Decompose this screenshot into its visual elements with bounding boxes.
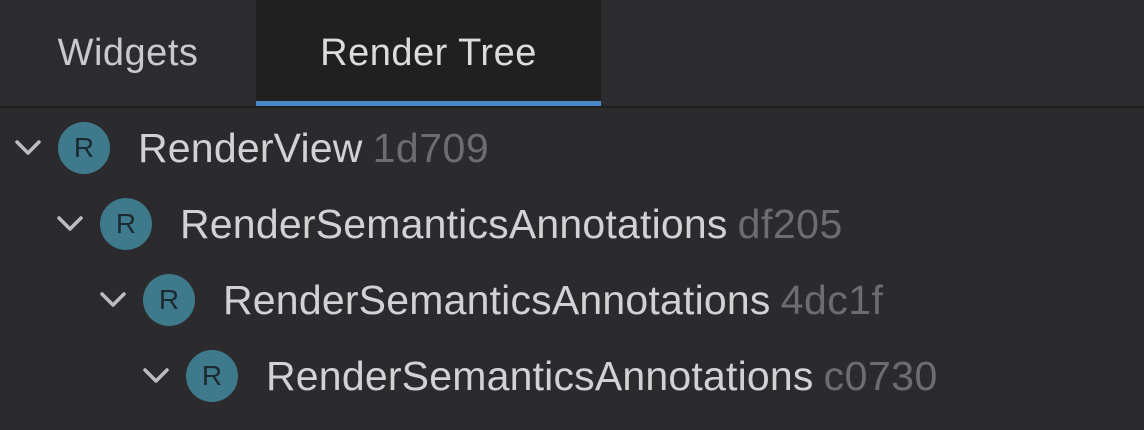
tab-render-tree[interactable]: Render Tree xyxy=(256,0,601,106)
chevron-down-icon[interactable] xyxy=(10,130,46,166)
tree-row-semantics-1[interactable]: R RenderSemanticsAnnotations df205 xyxy=(52,188,843,260)
render-object-badge: R xyxy=(100,198,152,250)
node-id: c0730 xyxy=(823,352,938,399)
node-id: 1d709 xyxy=(372,124,490,171)
node-id: df205 xyxy=(737,200,843,247)
chevron-down-icon[interactable] xyxy=(138,358,174,394)
tab-bar: Widgets Render Tree xyxy=(0,0,1144,108)
render-object-badge: R xyxy=(143,274,195,326)
inspector-panel: Widgets Render Tree R RenderView 1d709 R… xyxy=(0,0,1144,430)
chevron-down-icon[interactable] xyxy=(52,206,88,242)
tab-widgets[interactable]: Widgets xyxy=(0,0,256,106)
active-tab-indicator xyxy=(256,101,601,106)
tree-row-renderview[interactable]: R RenderView 1d709 xyxy=(10,112,489,184)
chevron-down-icon[interactable] xyxy=(95,282,131,318)
tab-widgets-label: Widgets xyxy=(57,31,199,74)
node-name: RenderSemanticsAnnotations xyxy=(266,352,814,399)
tab-render-tree-label: Render Tree xyxy=(320,31,537,74)
node-name: RenderView xyxy=(138,124,363,171)
render-object-badge: R xyxy=(58,122,110,174)
node-name: RenderSemanticsAnnotations xyxy=(223,276,771,323)
render-object-badge: R xyxy=(186,350,238,402)
tree-row-semantics-3[interactable]: R RenderSemanticsAnnotations c0730 xyxy=(138,340,938,412)
tree-row-semantics-2[interactable]: R RenderSemanticsAnnotations 4dc1f xyxy=(95,264,883,336)
node-name: RenderSemanticsAnnotations xyxy=(180,200,728,247)
node-id: 4dc1f xyxy=(780,276,884,323)
